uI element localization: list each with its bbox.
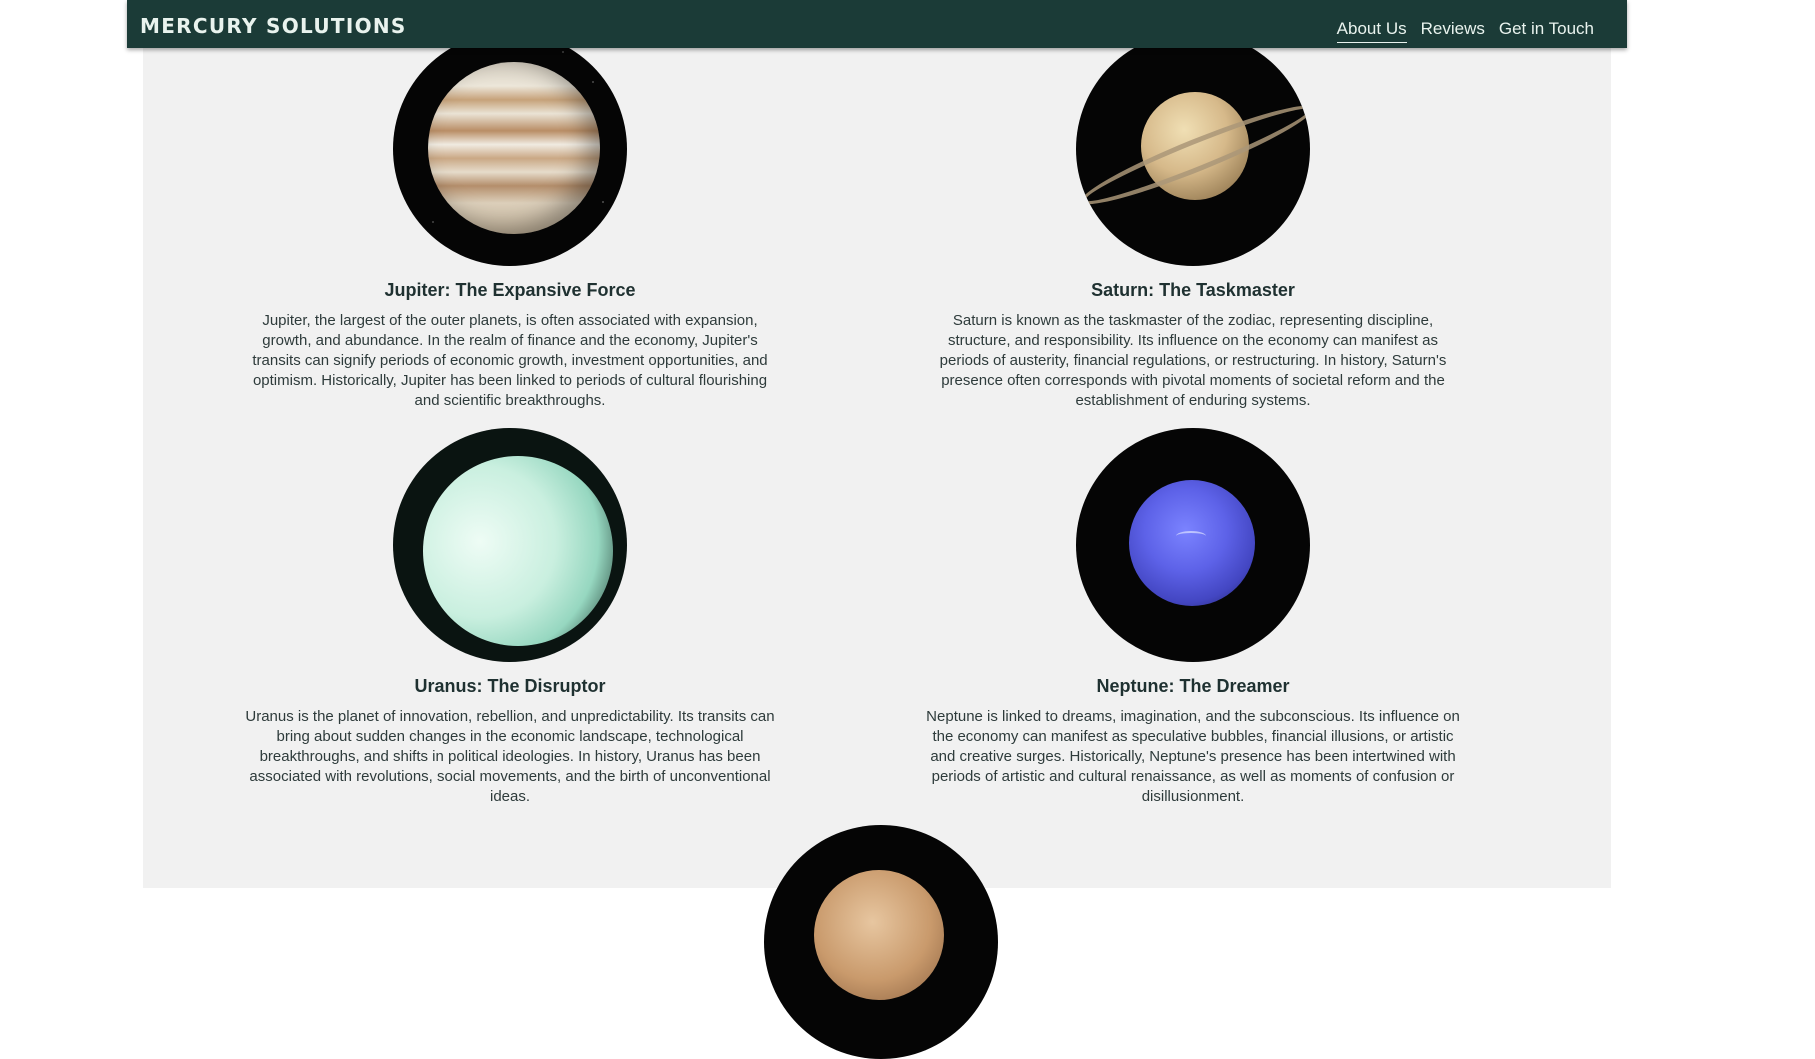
nav-get-in-touch[interactable]: Get in Touch xyxy=(1499,19,1594,43)
planet-card-jupiter: Jupiter: The Expansive Force Jupiter, th… xyxy=(230,32,790,411)
planet-title: Uranus: The Disruptor xyxy=(414,676,606,696)
brand-logo[interactable]: MERCURY SOLUTIONS xyxy=(140,14,407,38)
next-planet-image xyxy=(764,825,998,1059)
planet-description: Saturn is known as the taskmaster of the… xyxy=(939,312,1447,409)
planet-title: Saturn: The Taskmaster xyxy=(1091,280,1295,300)
planet-card-neptune: Neptune: The Dreamer Neptune is linked t… xyxy=(913,428,1473,807)
neptune-image xyxy=(1076,428,1310,662)
nav-menu: About Us Reviews Get in Touch xyxy=(1336,19,1594,43)
top-navbar: MERCURY SOLUTIONS About Us Reviews Get i… xyxy=(127,0,1627,48)
planet-card-uranus: Uranus: The Disruptor Uranus is the plan… xyxy=(230,428,790,807)
planet-description: Neptune is linked to dreams, imagination… xyxy=(926,708,1460,805)
nav-about-us[interactable]: About Us xyxy=(1336,19,1407,43)
planet-description: Uranus is the planet of innovation, rebe… xyxy=(245,708,775,805)
saturn-image xyxy=(1076,32,1310,266)
planet-card-saturn: Saturn: The Taskmaster Saturn is known a… xyxy=(913,32,1473,411)
planet-title: Jupiter: The Expansive Force xyxy=(384,280,636,300)
nav-reviews[interactable]: Reviews xyxy=(1421,19,1485,43)
uranus-image xyxy=(393,428,627,662)
planet-description: Jupiter, the largest of the outer planet… xyxy=(252,312,768,409)
jupiter-image xyxy=(393,32,627,266)
planet-title: Neptune: The Dreamer xyxy=(1096,676,1290,696)
